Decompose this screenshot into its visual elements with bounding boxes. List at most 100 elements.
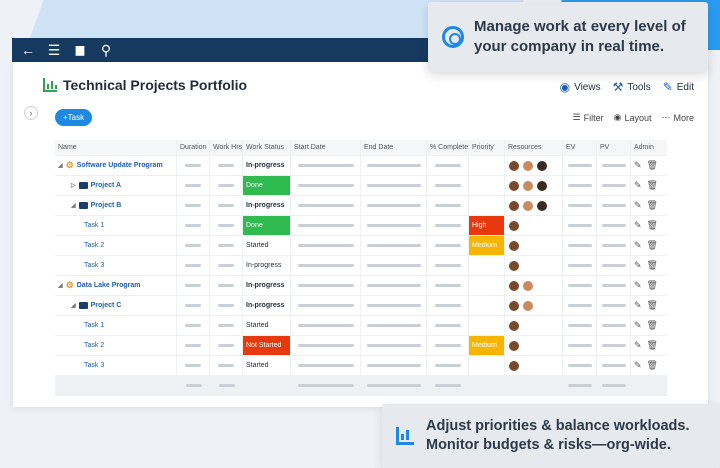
cell-work-hrs[interactable]: [210, 316, 243, 335]
row-name[interactable]: Task 3: [58, 262, 104, 269]
cell-end-date[interactable]: [361, 256, 427, 275]
cell-work-status[interactable]: In-progress: [243, 156, 291, 175]
cell-name[interactable]: Task 2: [55, 336, 177, 355]
cell-ev[interactable]: [563, 356, 597, 375]
col-header-name[interactable]: Name: [55, 140, 177, 155]
cell-end-date[interactable]: [361, 196, 427, 215]
cell-priority[interactable]: Medium: [469, 236, 505, 255]
trash-icon[interactable]: 🗑: [647, 320, 658, 331]
cell-work-status[interactable]: Started: [243, 236, 291, 255]
avatar[interactable]: [508, 319, 520, 332]
cell-percent-complete[interactable]: [427, 356, 469, 375]
cell-work-hrs[interactable]: [210, 256, 243, 275]
table-row[interactable]: ◢ ⚙ Data Lake Program In-progress ✎ 🗑: [55, 276, 667, 296]
cell-work-status[interactable]: Done: [243, 216, 291, 235]
cell-percent-complete[interactable]: [427, 316, 469, 335]
cell-name[interactable]: ▷ Project A: [55, 176, 177, 195]
sidebar-toggle-button[interactable]: ›: [24, 106, 38, 120]
cell-ev[interactable]: [563, 276, 597, 295]
table-row[interactable]: Task 2 Started Medium ✎ 🗑: [55, 236, 667, 256]
cell-name[interactable]: Task 1: [55, 316, 177, 335]
trash-icon[interactable]: 🗑: [647, 240, 658, 251]
avatar[interactable]: [508, 359, 520, 372]
col-header-ev[interactable]: EV: [563, 140, 597, 155]
trash-icon[interactable]: 🗑: [647, 200, 658, 211]
avatar[interactable]: [508, 219, 520, 232]
col-header-admin[interactable]: Admin: [631, 140, 667, 155]
trash-icon[interactable]: 🗑: [647, 280, 658, 291]
row-name[interactable]: ◢ Project C: [58, 302, 121, 309]
cell-start-date[interactable]: [291, 236, 361, 255]
menu-icon[interactable]: ☰: [46, 38, 62, 62]
edit-icon[interactable]: ✎: [634, 260, 642, 271]
cell-work-hrs[interactable]: [210, 236, 243, 255]
avatar[interactable]: [508, 159, 520, 172]
cell-duration[interactable]: [177, 156, 210, 175]
cell-resources[interactable]: [505, 196, 563, 215]
cell-priority[interactable]: [469, 156, 505, 175]
cell-work-status[interactable]: In-progress: [243, 276, 291, 295]
avatar[interactable]: [536, 179, 548, 192]
edit-icon[interactable]: ✎: [634, 300, 642, 311]
cell-name[interactable]: ◢ ⚙ Data Lake Program: [55, 276, 177, 295]
cell-resources[interactable]: [505, 316, 563, 335]
row-name[interactable]: Task 3: [58, 362, 104, 369]
cell-resources[interactable]: [505, 296, 563, 315]
cell-pv[interactable]: [597, 216, 631, 235]
cell-pv[interactable]: [597, 236, 631, 255]
row-name[interactable]: Task 2: [58, 342, 104, 349]
cell-start-date[interactable]: [291, 276, 361, 295]
expand-toggle-icon[interactable]: ▷: [71, 182, 76, 189]
table-row[interactable]: Task 3 Started ✎ 🗑: [55, 356, 667, 376]
cell-name[interactable]: Task 2: [55, 236, 177, 255]
cell-resources[interactable]: [505, 356, 563, 375]
cell-ev[interactable]: [563, 176, 597, 195]
cell-work-status[interactable]: In-progress: [243, 256, 291, 275]
filter-button[interactable]: ☰ Filter: [573, 112, 604, 123]
cell-duration[interactable]: [177, 276, 210, 295]
cell-end-date[interactable]: [361, 216, 427, 235]
cell-pv[interactable]: [597, 156, 631, 175]
cell-name[interactable]: Task 3: [55, 356, 177, 375]
cell-priority[interactable]: [469, 296, 505, 315]
edit-icon[interactable]: ✎: [634, 200, 642, 211]
cell-pv[interactable]: [597, 256, 631, 275]
cell-duration[interactable]: [177, 176, 210, 195]
cell-resources[interactable]: [505, 156, 563, 175]
expand-toggle-icon[interactable]: ◢: [71, 302, 76, 309]
views-button[interactable]: ◉ Views: [560, 80, 601, 94]
cell-percent-complete[interactable]: [427, 276, 469, 295]
cell-work-status[interactable]: In-progress: [243, 196, 291, 215]
cell-start-date[interactable]: [291, 196, 361, 215]
cell-duration[interactable]: [177, 236, 210, 255]
cell-resources[interactable]: [505, 276, 563, 295]
cell-priority[interactable]: [469, 196, 505, 215]
trash-icon[interactable]: 🗑: [647, 300, 658, 311]
avatar[interactable]: [508, 299, 520, 312]
col-header-pv[interactable]: PV: [597, 140, 631, 155]
row-name[interactable]: Task 1: [58, 322, 104, 329]
trash-icon[interactable]: 🗑: [647, 180, 658, 191]
cell-work-hrs[interactable]: [210, 356, 243, 375]
cell-start-date[interactable]: [291, 316, 361, 335]
cell-start-date[interactable]: [291, 356, 361, 375]
col-header-priority[interactable]: Priority: [469, 140, 505, 155]
cell-resources[interactable]: [505, 216, 563, 235]
cell-priority[interactable]: High: [469, 216, 505, 235]
expand-toggle-icon[interactable]: ◢: [58, 162, 63, 169]
cell-percent-complete[interactable]: [427, 156, 469, 175]
search-icon[interactable]: ⚲: [98, 38, 114, 62]
cell-end-date[interactable]: [361, 336, 427, 355]
cell-ev[interactable]: [563, 336, 597, 355]
cell-resources[interactable]: [505, 256, 563, 275]
edit-icon[interactable]: ✎: [634, 240, 642, 251]
cell-work-status[interactable]: Started: [243, 316, 291, 335]
row-name[interactable]: ◢ ⚙ Data Lake Program: [58, 280, 141, 291]
cell-ev[interactable]: [563, 156, 597, 175]
cell-work-hrs[interactable]: [210, 336, 243, 355]
cell-name[interactable]: ◢ Project B: [55, 196, 177, 215]
cell-percent-complete[interactable]: [427, 176, 469, 195]
cell-resources[interactable]: [505, 336, 563, 355]
cell-name[interactable]: Task 1: [55, 216, 177, 235]
cell-end-date[interactable]: [361, 156, 427, 175]
